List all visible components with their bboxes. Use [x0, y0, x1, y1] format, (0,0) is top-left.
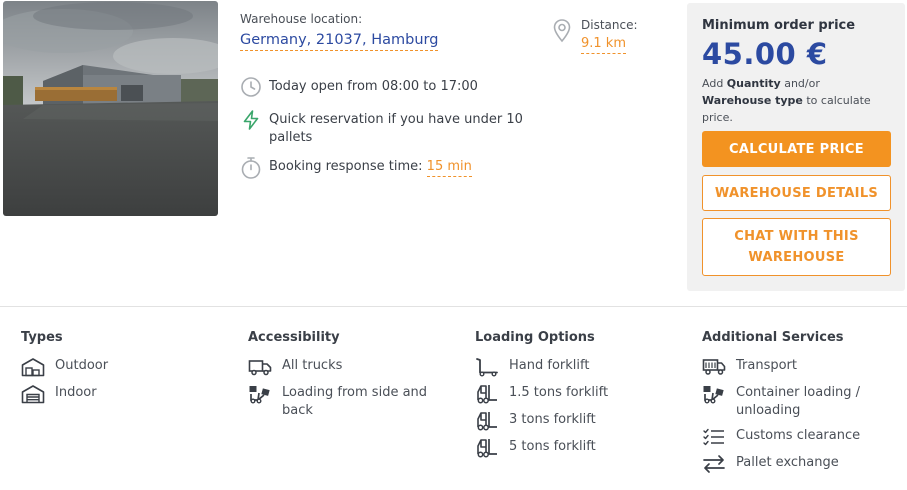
container-loading-icon [702, 384, 726, 404]
list-item: 1.5 tons forklift [475, 384, 608, 404]
list-item: All trucks [248, 357, 432, 377]
price-label: Minimum order price [702, 18, 856, 33]
booking-response: Booking response time: 15 min [240, 156, 472, 179]
distance-block: Distance: 9.1 km [552, 18, 638, 54]
types-section: Types Outdoor Indoor [21, 330, 108, 411]
lightning-icon [240, 109, 262, 131]
distance-label: Distance: [581, 18, 638, 32]
quick-reservation: Quick reservation if you have under 10 p… [240, 109, 534, 147]
quick-reservation-text: Quick reservation if you have under 10 p… [269, 112, 523, 145]
loading-options-title: Loading Options [475, 330, 595, 345]
stopwatch-icon [240, 156, 262, 179]
truck-icon [248, 357, 272, 377]
location-block: Warehouse location: Germany, 21037, Hamb… [240, 12, 540, 51]
calculate-price-button[interactable]: CALCULATE PRICE [702, 131, 891, 167]
list-item: 3 tons forklift [475, 411, 608, 431]
list-item: Indoor [21, 384, 108, 404]
list-item: Customs clearance [702, 427, 876, 447]
section-divider [0, 306, 907, 307]
forklift-icon [475, 384, 499, 404]
distance-value: 9.1 km [581, 36, 626, 54]
list-item-label: Customs clearance [736, 428, 861, 443]
clock-icon [240, 76, 262, 98]
location-label: Warehouse location: [240, 12, 363, 26]
opening-hours: Today open from 08:00 to 17:00 [240, 76, 478, 98]
forklift-loading-icon [248, 384, 272, 404]
accessibility-title: Accessibility [248, 330, 340, 345]
list-item: 5 tons forklift [475, 438, 608, 458]
list-item-label: Outdoor [55, 358, 109, 373]
list-item-label: Container loading / unloading [736, 385, 861, 418]
list-item: Transport [702, 357, 876, 377]
hand-forklift-icon [475, 357, 499, 377]
additional-services-section: Additional Services Transport Container … [702, 330, 876, 481]
opening-hours-text: Today open from 08:00 to 17:00 [269, 79, 478, 94]
list-item: Loading from side and back [248, 384, 432, 420]
list-item: Outdoor [21, 357, 108, 377]
checklist-icon [702, 427, 726, 447]
types-title: Types [21, 330, 63, 345]
transport-truck-icon [702, 357, 726, 377]
booking-value: 15 min [426, 159, 472, 177]
list-item-label: 3 tons forklift [509, 412, 596, 427]
price-note: Add Quantity and/or Warehouse type to ca… [702, 77, 871, 124]
forklift-icon [475, 411, 499, 431]
price-card: Minimum order price 45.00 € Add Quantity… [687, 3, 905, 291]
list-item-label: 1.5 tons forklift [509, 385, 609, 400]
list-item: Pallet exchange [702, 454, 876, 474]
booking-label: Booking response time: [269, 159, 423, 174]
list-item-label: Hand forklift [509, 358, 590, 373]
list-item-label: Loading from side and back [282, 385, 428, 418]
location-link[interactable]: Germany, 21037, Hamburg [240, 32, 439, 51]
list-item-label: All trucks [282, 358, 343, 373]
additional-services-title: Additional Services [702, 330, 844, 345]
list-item-label: Transport [736, 358, 798, 373]
outdoor-storage-icon [21, 357, 45, 377]
list-item: Container loading / unloading [702, 384, 876, 420]
chat-warehouse-button[interactable]: CHAT WITH THIS WAREHOUSE [702, 218, 891, 276]
price-value: 45.00 € [702, 37, 828, 71]
list-item-label: 5 tons forklift [509, 439, 596, 454]
warehouse-details-button[interactable]: WAREHOUSE DETAILS [702, 175, 891, 211]
exchange-arrows-icon [702, 454, 726, 474]
accessibility-section: Accessibility All trucks Loading from si… [248, 330, 432, 427]
list-item: Hand forklift [475, 357, 608, 377]
forklift-icon [475, 438, 499, 458]
warehouse-photo[interactable] [3, 1, 218, 216]
loading-options-section: Loading Options Hand forklift 1.5 tons f… [475, 330, 608, 465]
list-item-label: Pallet exchange [736, 455, 839, 470]
indoor-storage-icon [21, 384, 45, 404]
map-pin-icon [552, 18, 572, 44]
list-item-label: Indoor [55, 385, 97, 400]
